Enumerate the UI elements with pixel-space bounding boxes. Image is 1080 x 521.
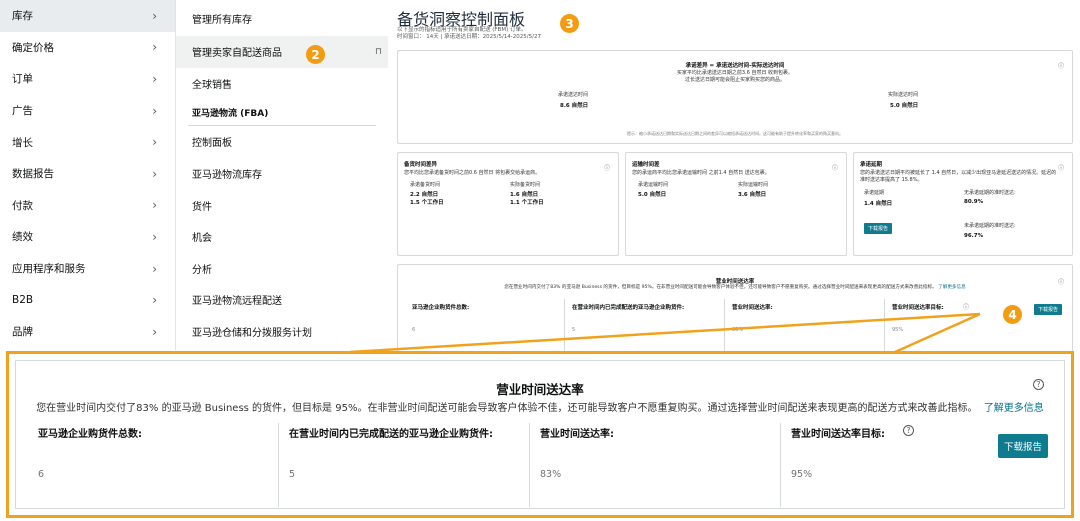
card-title: 营业时间送达率 (496, 382, 584, 397)
business-hours-card: 营业时间送达率 ? 您在营业时间内交付了83% 的亚马逊 Business 的货… (15, 360, 1065, 509)
metric-label: 营业时间送达率: (540, 429, 614, 440)
metric-delivery-rate-target: 营业时间送达率目标: 95% (791, 425, 885, 509)
metric-label: 营业时间送达率目标: (791, 429, 885, 440)
metric-value: 5 (289, 469, 296, 480)
metric-value: 95% (791, 469, 813, 480)
card-desc-text: 您在营业时间内交付了83% 的亚马逊 Business 的货件，但目标是 95%… (36, 403, 978, 414)
metric-value: 83% (540, 469, 562, 480)
help-icon[interactable]: ? (903, 425, 914, 436)
metric-label: 亚马逊企业购货件总数: (38, 429, 142, 440)
download-report-button[interactable]: 下载报告 (997, 434, 1048, 458)
metric-label: 在营业时间内已完成配送的亚马逊企业购货件: (289, 429, 493, 440)
metric-delivery-rate: 营业时间送达率: 83% (540, 425, 614, 509)
metric-delivered-in-hours: 在营业时间内已完成配送的亚马逊企业购货件: 5 (289, 425, 493, 509)
zoom-callout-panel: 营业时间送达率 ? 您在营业时间内交付了83% 的亚马逊 Business 的货… (6, 351, 1074, 518)
divider (529, 423, 530, 507)
divider (780, 423, 781, 507)
learn-more-link[interactable]: 了解更多信息 (984, 403, 1044, 414)
metric-value: 6 (38, 469, 45, 480)
card-desc: 您在营业时间内交付了83% 的亚马逊 Business 的货件，但目标是 95%… (16, 399, 1064, 414)
divider (278, 423, 279, 507)
help-icon[interactable]: ? (1033, 379, 1044, 390)
metric-total-shipments: 亚马逊企业购货件总数: 6 (38, 425, 142, 509)
